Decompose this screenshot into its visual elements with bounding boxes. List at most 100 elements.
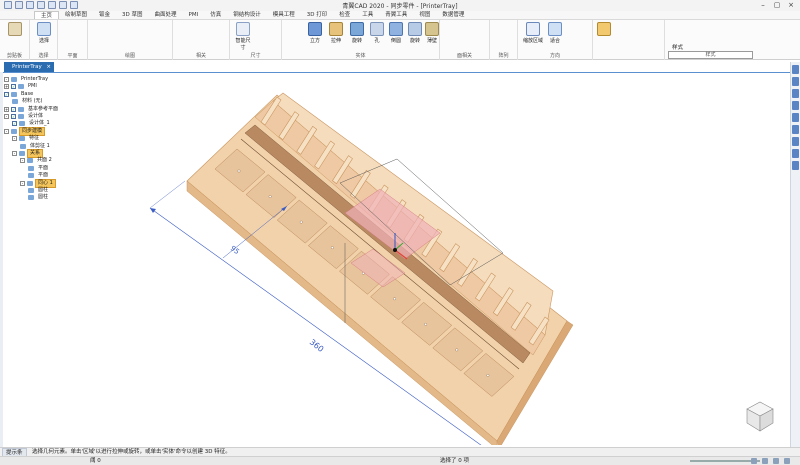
tree-node[interactable]: 材料 (无) [12, 98, 45, 105]
tree-node-icon [19, 151, 25, 156]
tree-node[interactable]: - 特征 [12, 135, 41, 142]
hole-button[interactable]: 孔 [368, 22, 386, 44]
fit-view-icon[interactable] [751, 458, 757, 464]
tree-node-label: PrinterTray [21, 76, 49, 82]
close-tab-icon[interactable]: × [46, 62, 51, 72]
ribbon-tab[interactable]: 3D 打印 [301, 11, 333, 19]
tree-expander-icon[interactable]: - [20, 180, 25, 186]
tree-node-icon [27, 180, 33, 186]
tree-node[interactable]: 圆柱 [28, 194, 50, 201]
extrude-button[interactable]: 立方 [306, 22, 324, 44]
prompt-bar: 提示条 选择几何元素。单击'区域'以进行拉伸或旋转，或单击'实体'命令以创建 3… [0, 447, 800, 458]
ribbon-tab[interactable]: PMI [183, 11, 205, 19]
dock-tool-icon-6[interactable] [792, 125, 799, 134]
ribbon-tab[interactable]: 检查 [333, 11, 356, 19]
revolve-button[interactable]: 旋转 [348, 22, 366, 44]
smart-dimension-button[interactable]: 智能尺寸 [234, 22, 252, 51]
style-label: 样式 [672, 45, 684, 51]
ribbon-tab[interactable]: 数据管理 [436, 11, 470, 19]
ribbon-tab[interactable]: 模具工程 [267, 11, 301, 19]
rotate-view-icon[interactable] [784, 458, 790, 464]
maximize-icon[interactable]: ▢ [770, 0, 784, 10]
ribbon-tab[interactable]: 曲面处理 [149, 11, 183, 19]
tree-node-label: Base [21, 90, 34, 97]
tree-node[interactable]: - 关系 [12, 149, 44, 158]
tree-checkbox[interactable]: ✓ [11, 114, 16, 119]
dock-tool-icon-5[interactable] [792, 113, 799, 122]
3d-viewport[interactable]: 360 95 [105, 73, 785, 445]
paste-button[interactable] [6, 22, 24, 37]
tree-node-icon [18, 114, 24, 119]
close-icon[interactable]: × [784, 0, 798, 10]
group-name-plane: 平面 [67, 53, 78, 59]
tree-expander-icon[interactable]: - [4, 128, 9, 134]
dock-tool-icon-3[interactable] [792, 89, 799, 98]
round-button[interactable]: 倒圆 [387, 22, 405, 44]
tree-node[interactable]: + ✓ PMI [4, 83, 39, 90]
pocket-hole [486, 374, 490, 377]
tree-checkbox[interactable]: ✓ [11, 106, 16, 112]
zoom-slider[interactable] [690, 460, 760, 462]
tree-node[interactable]: 平面 [28, 165, 50, 172]
ribbon-tab[interactable]: 3D 草图 [116, 11, 148, 19]
rotate-button[interactable]: 旋转 [406, 22, 424, 44]
fit-button[interactable]: 适合 [546, 22, 564, 44]
shaded-view-button[interactable] [595, 22, 613, 37]
tree-node-label: 共面 2 [37, 157, 52, 164]
tree-checkbox[interactable]: ✓ [11, 84, 16, 90]
prompt-message: 选择几何元素。单击'区域'以进行拉伸或旋转，或单击'实体'命令以创建 3D 特征… [32, 449, 231, 455]
tree-checkbox[interactable]: ✓ [4, 91, 9, 97]
tree-node[interactable]: - ✓ 设计体 [4, 113, 45, 120]
ribbon-tab[interactable]: 工具 [356, 11, 379, 19]
tree-node[interactable]: ✓ Base [4, 91, 35, 98]
stretch-button[interactable]: 拉伸 [327, 22, 345, 44]
ribbon-tab[interactable]: 青翼工具 [379, 11, 413, 19]
dock-tool-icon-1[interactable] [792, 65, 799, 74]
tree-node[interactable]: - 同心 1 [20, 178, 56, 188]
tree-node-icon [18, 106, 24, 112]
tree-checkbox[interactable]: ✓ [12, 121, 17, 127]
tree-node-icon [28, 173, 34, 179]
dock-tool-icon-9[interactable] [792, 161, 799, 170]
select-button[interactable]: 选择 [35, 22, 53, 44]
ribbon-tab[interactable]: 主页 [34, 11, 60, 19]
dock-tool-icon-8[interactable] [792, 149, 799, 158]
hole-label: 孔 [374, 38, 380, 44]
tree-node-label: 平面 [38, 164, 49, 171]
round-label: 倒圆 [390, 38, 401, 44]
tree-expander-icon[interactable]: + [4, 106, 9, 112]
tree-node[interactable]: - PrinterTray [4, 76, 50, 83]
ribbon-tab[interactable]: 绘制草图 [59, 11, 93, 19]
tree-node[interactable]: 圆柱 [28, 187, 50, 194]
tree-node[interactable]: + ✓ 基本参考平面 [4, 106, 60, 113]
zoom-area-button[interactable]: 缩放区域 [520, 22, 546, 44]
group-face: 面相关 [440, 20, 490, 60]
pan-icon[interactable] [773, 458, 779, 464]
thin-button[interactable]: 薄壁 [423, 22, 441, 44]
group-name-pattern: 阵列 [498, 53, 509, 59]
ribbon-tab[interactable]: 钣金 [93, 11, 116, 19]
tree-node-icon [12, 99, 18, 105]
view-cube[interactable] [746, 401, 774, 432]
title-bar: 青翼CAD 2020 - 同步零件 - [PrinterTray] – ▢ × [0, 0, 800, 11]
dock-tool-icon-2[interactable] [792, 77, 799, 86]
tree-expander-icon[interactable]: - [12, 136, 17, 142]
tree-expander-icon[interactable]: + [4, 84, 9, 90]
tree-expander-icon[interactable]: - [4, 77, 9, 82]
tree-node[interactable]: - 同步建模 [4, 126, 46, 136]
tree-node-icon [19, 136, 25, 142]
ribbon-tab[interactable]: 仿真 [204, 11, 227, 19]
ribbon-tab[interactable]: 视图 [413, 11, 436, 19]
ribbon-tab[interactable]: 钢结构设计 [227, 11, 267, 19]
tree-expander-icon[interactable]: - [4, 114, 9, 119]
dimension-360-text: 360 [308, 337, 326, 354]
document-tab[interactable]: PrinterTray × [4, 62, 54, 72]
dock-tool-icon-7[interactable] [792, 137, 799, 146]
zoom-icon[interactable] [762, 458, 768, 464]
dock-tool-icon-4[interactable] [792, 101, 799, 110]
dimension-95-text: 95 [229, 244, 241, 256]
tree-expander-icon[interactable]: - [20, 158, 25, 164]
tree-expander-icon[interactable]: - [12, 151, 17, 156]
tree-node[interactable]: - 共面 2 [20, 157, 54, 164]
minimize-icon[interactable]: – [756, 0, 770, 10]
